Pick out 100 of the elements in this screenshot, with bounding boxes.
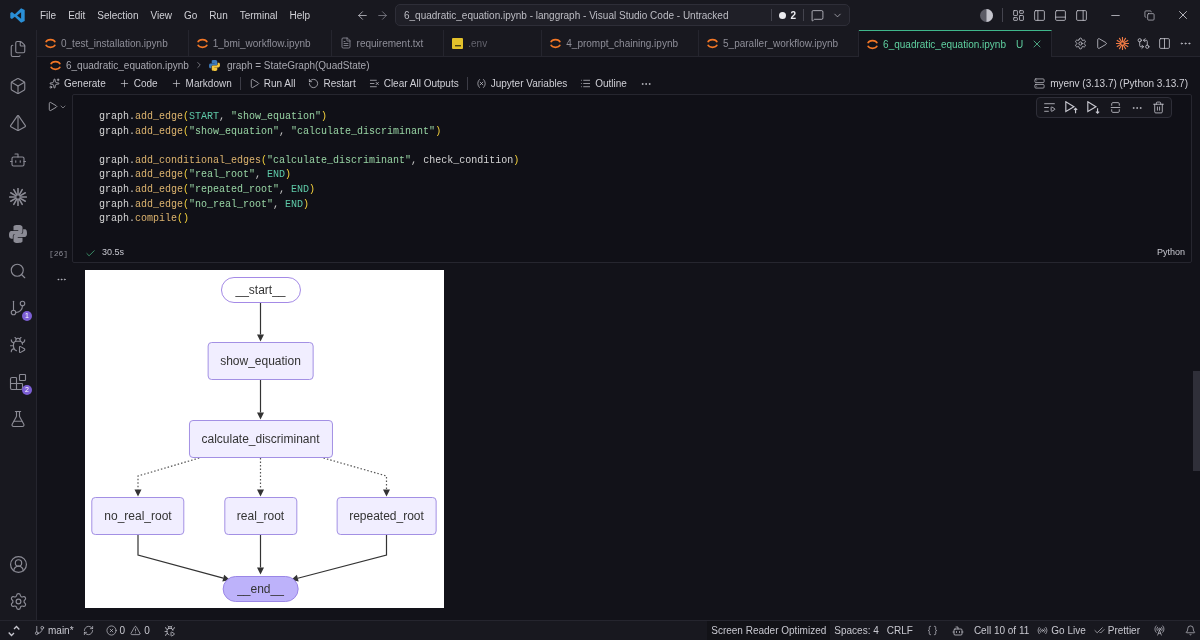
branch-button[interactable]: main* — [34, 623, 74, 638]
run-below-icon[interactable] — [1087, 101, 1100, 114]
toolbar-button[interactable]: Restart — [308, 76, 356, 91]
panel-bottom-icon[interactable] — [1054, 8, 1067, 22]
bug-play-icon[interactable] — [9, 335, 27, 354]
problems-button[interactable]: 0 0 — [105, 623, 150, 638]
flask-icon[interactable] — [9, 409, 27, 428]
forward-arrow-icon[interactable] — [375, 8, 389, 22]
pyramid-icon[interactable] — [9, 113, 27, 132]
robot-icon[interactable] — [9, 150, 27, 169]
menu-item[interactable]: View — [144, 7, 178, 23]
graph-node: show_equation — [207, 342, 314, 380]
kernel-picker[interactable]: myenv (3.13.7) (Python 3.13.7) — [1034, 76, 1188, 91]
toolbar-button[interactable]: Clear All Outputs — [368, 76, 459, 91]
extensions-icon[interactable] — [9, 372, 27, 391]
back-arrow-icon[interactable] — [355, 8, 369, 22]
status-item[interactable]: Screen Reader Optimized — [707, 621, 831, 640]
status-item[interactable]: CRLF — [882, 621, 917, 640]
python-icon — [208, 59, 220, 71]
menu-item[interactable]: Selection — [91, 7, 145, 23]
bug-play-icon[interactable] — [163, 624, 176, 637]
run-by-line-icon[interactable] — [1043, 101, 1056, 114]
editor-tab[interactable]: 4_prompt_chaining.ipynb — [542, 30, 700, 56]
panel-right-icon[interactable] — [1075, 8, 1088, 22]
status-item[interactable]: Cell 10 of 11 — [969, 621, 1034, 640]
close-icon[interactable] — [1176, 8, 1190, 22]
search-icon[interactable] — [9, 261, 27, 280]
graph-node: calculate_discriminant — [188, 420, 333, 458]
toolbar-button[interactable]: Outline — [580, 76, 627, 91]
compare-icon[interactable] — [1137, 36, 1150, 50]
code-cell[interactable] — [72, 94, 1192, 263]
files-icon[interactable] — [9, 39, 27, 58]
editor-tab[interactable]: 0_test_installation.ipynb — [37, 30, 189, 56]
notebook-icon — [45, 37, 56, 49]
split-cell-icon[interactable] — [1109, 101, 1122, 114]
menu-item[interactable]: Go — [178, 7, 204, 23]
half-filled-circle-icon[interactable] — [980, 8, 993, 22]
count-label: 2 — [790, 8, 796, 23]
breadcrumb-item[interactable]: graph = StateGraph(QuadState) — [226, 57, 370, 73]
burst-icon[interactable] — [1116, 36, 1129, 50]
editor-tab[interactable]: 1_bmi_workflow.ipynb — [188, 30, 332, 56]
command-center[interactable]: 6_quadratic_equation.ipynb - langgraph - Visual Studio Code - Untracked 2 — [395, 4, 850, 26]
run-cell-icon[interactable] — [46, 101, 58, 112]
code-line: graph.compile() — [99, 212, 190, 227]
variable-icon — [475, 78, 487, 89]
restart-icon — [308, 78, 320, 89]
toolbar-button[interactable]: Markdown — [170, 76, 232, 91]
editor-tab[interactable]: requirement.txt — [331, 30, 445, 56]
code-line: graph.add_edge(START, "show_equation") — [99, 110, 328, 124]
menu-item[interactable]: Edit — [62, 7, 92, 23]
warning-icon — [130, 625, 142, 636]
toolbar-button[interactable]: Code — [118, 76, 158, 91]
braces-icon[interactable] — [926, 625, 938, 636]
sync-icon[interactable] — [82, 625, 94, 636]
broadcast-icon — [1037, 625, 1049, 636]
python-icon[interactable] — [9, 224, 27, 243]
notebook-icon — [50, 59, 61, 71]
account-icon[interactable] — [8, 555, 28, 574]
plus-icon — [118, 78, 130, 89]
toolbar-button[interactable]: Jupyter Variables — [475, 76, 568, 91]
app-logo-icon — [9, 7, 25, 23]
panel-left-icon[interactable] — [1033, 8, 1046, 22]
chevrons-icon[interactable] — [8, 624, 20, 637]
box-icon[interactable] — [9, 76, 27, 95]
breadcrumb-item[interactable]: 6_quadratic_equation.ipynb — [66, 57, 189, 73]
robot-icon[interactable] — [951, 624, 964, 637]
bell-icon[interactable] — [1185, 625, 1196, 636]
run-above-icon[interactable] — [1065, 101, 1078, 114]
end-node: __end__ — [222, 575, 299, 602]
menu-item[interactable]: Run — [203, 7, 234, 23]
burst-icon[interactable] — [9, 187, 27, 206]
toolbar-button[interactable]: Generate — [49, 76, 106, 91]
status-item[interactable]: Go Live — [1033, 621, 1090, 640]
language-picker[interactable]: Python — [1156, 246, 1185, 260]
play-icon[interactable] — [1095, 36, 1108, 50]
source-control-icon[interactable] — [9, 298, 27, 317]
scrollbar-thumb[interactable] — [1193, 371, 1200, 471]
dot-icon — [779, 11, 787, 19]
layout-icon[interactable] — [1012, 8, 1025, 22]
status-item[interactable]: Prettier — [1089, 621, 1144, 640]
git-status: U — [1016, 37, 1024, 52]
plus-icon — [170, 78, 182, 89]
chat-icon[interactable] — [811, 8, 824, 22]
menu-item[interactable]: File — [34, 7, 63, 23]
status-item[interactable]: Spaces: 4 — [830, 621, 883, 640]
settings-icon[interactable] — [1074, 36, 1087, 50]
list-icon — [580, 78, 592, 89]
toolbar-button[interactable]: Run All — [248, 76, 296, 91]
split-editor-icon[interactable] — [1158, 36, 1171, 50]
antenna-icon[interactable] — [1154, 625, 1165, 636]
settings-icon[interactable] — [8, 592, 28, 611]
notebook-icon — [707, 37, 719, 49]
graph-node: real_root — [223, 497, 298, 535]
menu-item[interactable]: Help — [283, 7, 317, 23]
code-line: graph.add_edge("real_root", END) — [99, 168, 292, 183]
restore-icon[interactable] — [1143, 9, 1155, 21]
editor-tab[interactable]: 6_quadratic_equation.ipynb U — [859, 30, 1053, 57]
delete-icon[interactable] — [1152, 101, 1165, 114]
window-title: 6_quadratic_equation.ipynb - langgraph - Visual Studio Code - Untracked — [404, 8, 729, 23]
menu-item[interactable]: Terminal — [233, 7, 284, 23]
